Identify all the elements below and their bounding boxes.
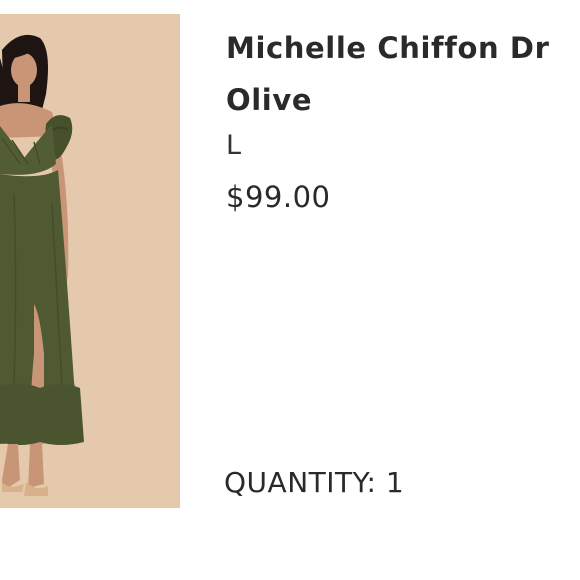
product-name: Michelle Chiffon Dr xyxy=(226,31,550,65)
product-color: Olive xyxy=(226,83,313,117)
product-size: L xyxy=(226,130,242,161)
product-title[interactable]: Michelle Chiffon Dr Olive xyxy=(226,22,580,126)
product-image[interactable] xyxy=(0,14,180,508)
product-price: $99.00 xyxy=(226,180,331,214)
quantity-label: QUANTITY: 1 xyxy=(224,466,405,499)
product-photo-illustration xyxy=(0,14,180,508)
